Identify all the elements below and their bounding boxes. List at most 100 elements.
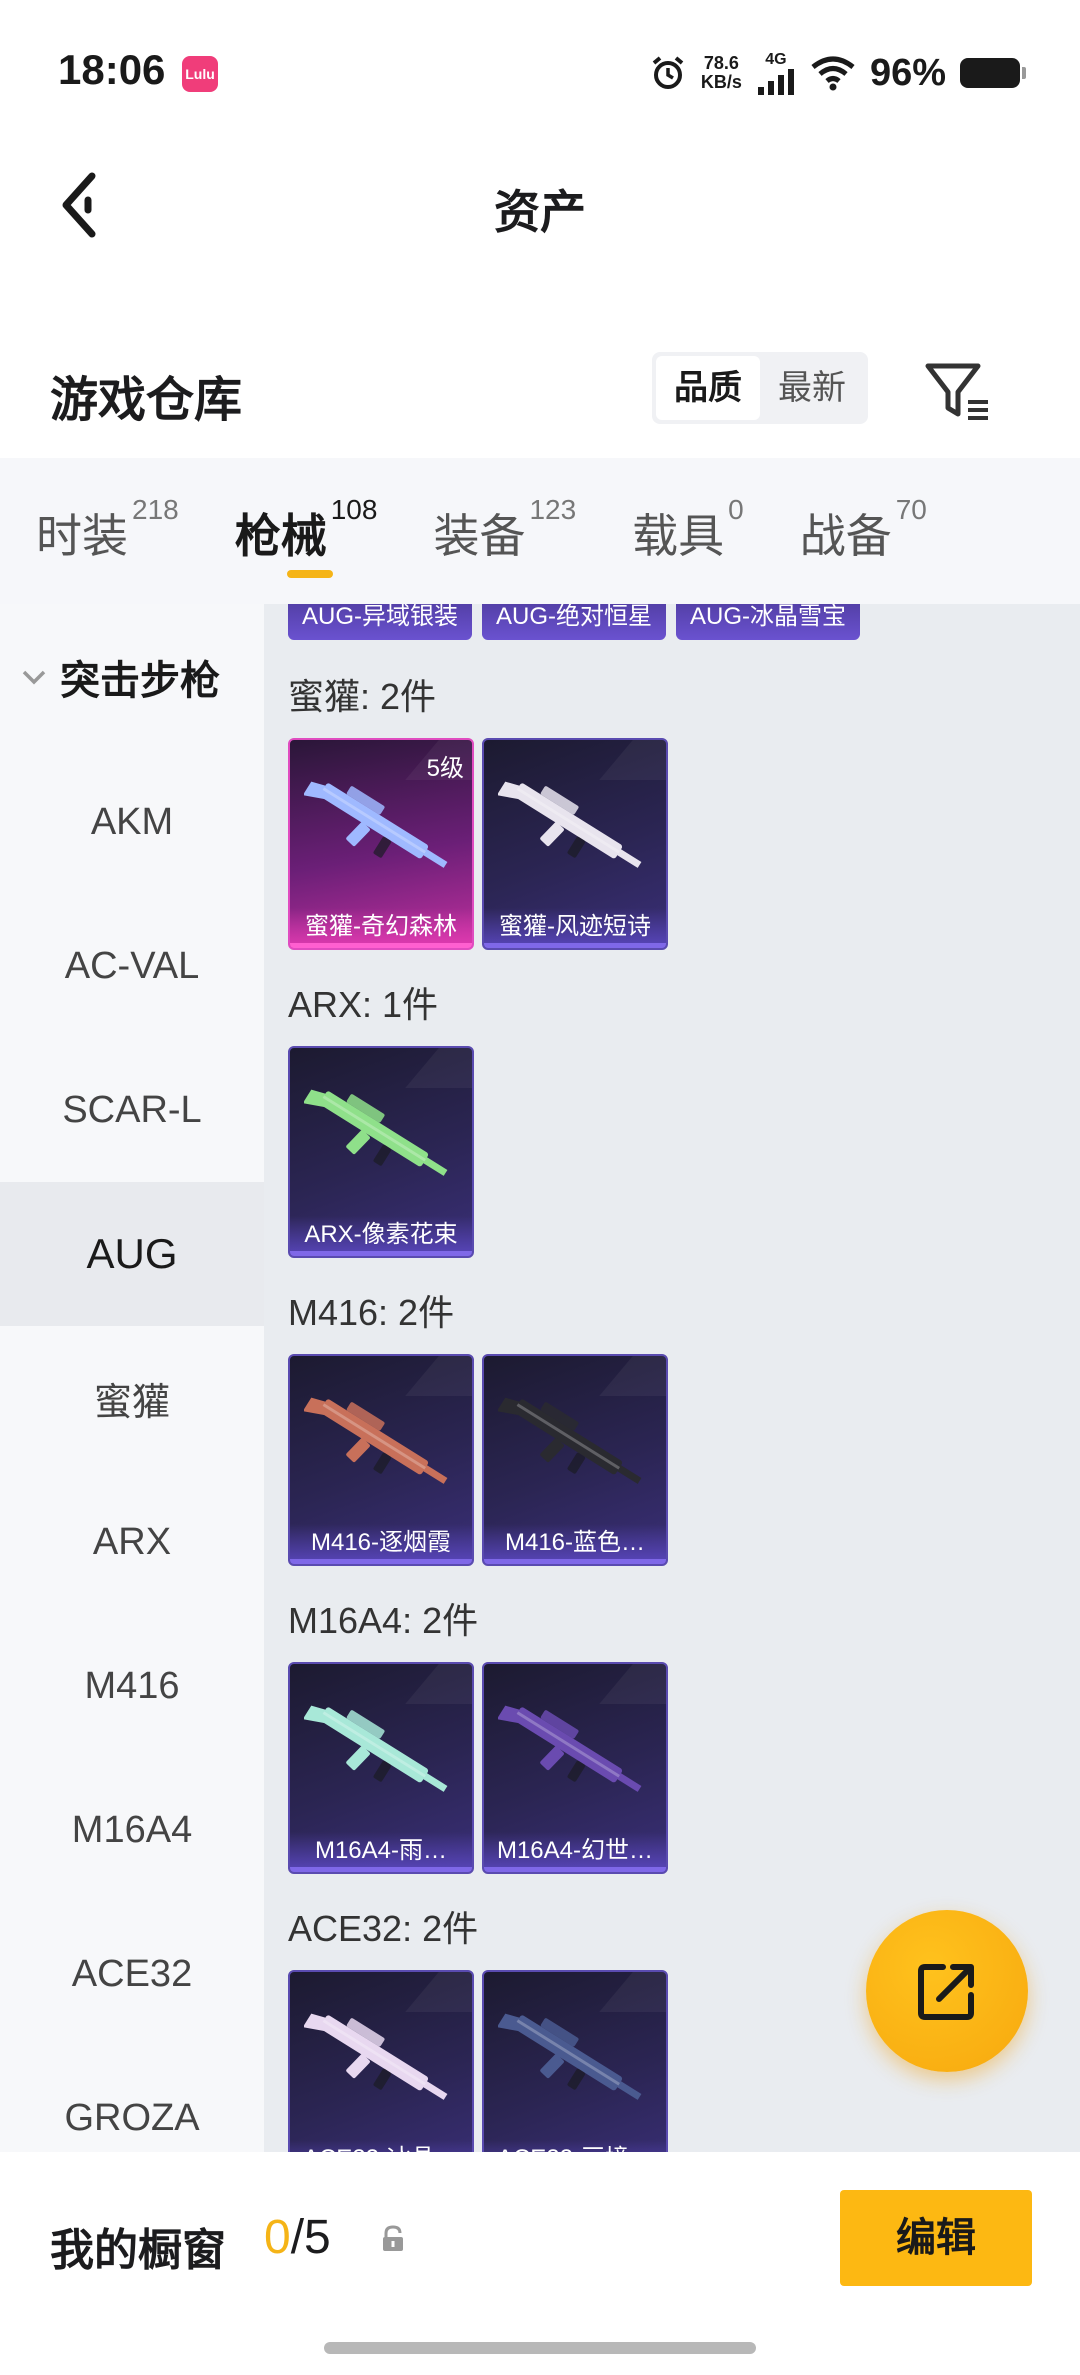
sidebar-item-ace32[interactable]: ACE32 (0, 1902, 264, 2046)
sidebar-item-groza[interactable]: GROZA (0, 2046, 264, 2152)
filter-button[interactable] (918, 352, 994, 428)
warehouse-title: 游戏仓库 (50, 374, 243, 427)
share-fab-button[interactable] (866, 1910, 1028, 2072)
network-speed: 78.6 KB/s (701, 54, 742, 92)
weapon-card[interactable]: ACE32-画境… (482, 1970, 668, 2152)
weapon-card-label: M416-蓝色… (484, 1524, 666, 1564)
weapon-card[interactable]: AUG-异域银装 (288, 604, 472, 640)
filter-icon (925, 363, 988, 420)
weapon-type-sidebar: 突击步枪 AKM AC-VAL SCAR-L AUG 蜜獾 ARX M416 M… (0, 604, 264, 2152)
gun-skin-image (304, 1397, 448, 1484)
section-title-m416: M416: 2件 (288, 1292, 455, 1333)
section-title-arx: ARX: 1件 (288, 984, 439, 1025)
home-indicator[interactable] (324, 2342, 756, 2354)
sidebar-item-honey-badger[interactable]: 蜜獾 (0, 1326, 264, 1470)
sort-quality-option[interactable]: 品质 (656, 356, 760, 420)
alarm-icon (652, 56, 684, 89)
weapon-card[interactable]: M16A4-幻世… (482, 1662, 668, 1874)
cellular-signal: 4G (756, 51, 796, 95)
section-title-honey-badger: 蜜獾: 2件 (288, 676, 437, 717)
showcase-title: 我的橱窗 (50, 2226, 226, 2275)
tab-label: 战备 (799, 510, 892, 562)
gun-skin-image (498, 781, 642, 868)
edit-showcase-button[interactable]: 编辑 (840, 2190, 1032, 2286)
tab-count: 0 (728, 494, 744, 525)
weapon-card[interactable]: M416-逐烟霞 (288, 1354, 474, 1566)
gun-skin-image (498, 1705, 642, 1792)
tab-equipment[interactable]: 装备123 (433, 458, 576, 604)
sidebar-group-assault-rifles[interactable]: 突击步枪 (0, 604, 264, 750)
sidebar-item-m16a4[interactable]: M16A4 (0, 1758, 264, 1902)
network-speed-unit: KB/s (700, 72, 742, 92)
sidebar-item-ac-val[interactable]: AC-VAL (0, 894, 264, 1038)
weapon-card[interactable]: 5级 蜜獾-奇幻森林 (288, 738, 474, 950)
weapon-card-label: 蜜獾-奇幻森林 (290, 908, 472, 948)
gun-skin-image (304, 1705, 448, 1792)
weapon-card[interactable]: ACE32-冰晶… (288, 1970, 474, 2152)
tab-supplies[interactable]: 战备70 (800, 458, 927, 604)
showcase-count: 0/5 (264, 2210, 331, 2265)
showcase-bar: 我的橱窗 0/5 编辑 (0, 2152, 1080, 2375)
level-badge: 5级 (426, 755, 464, 782)
tab-vehicles[interactable]: 载具0 (632, 458, 744, 604)
tab-count: 70 (895, 494, 927, 525)
network-type: 4G (765, 51, 787, 68)
warehouse-header: 游戏仓库 品质 最新 (0, 330, 1080, 450)
weapon-card-label: M16A4-雨… (290, 1832, 472, 1872)
sidebar-item-m416[interactable]: M416 (0, 1614, 264, 1758)
weapon-card[interactable]: 蜜獾-风迹短诗 (482, 738, 668, 950)
gun-skin-image (304, 2013, 448, 2100)
sidebar-item-akm[interactable]: AKM (0, 750, 264, 894)
weapon-card-label: ACE32-冰晶… (290, 2140, 472, 2152)
weapon-card[interactable]: M416-蓝色… (482, 1354, 668, 1566)
tab-label: 时装 (36, 510, 128, 562)
gun-skin-image (498, 2013, 642, 2100)
weapon-card[interactable]: M16A4-雨… (288, 1662, 474, 1874)
gun-skin-image (304, 1089, 448, 1176)
tab-count: 218 (132, 494, 179, 525)
sidebar-group-label: 突击步枪 (60, 659, 220, 703)
tab-label: 载具 (632, 510, 725, 562)
battery-percent: 96% (869, 51, 946, 94)
tab-fashion[interactable]: 时装218 (36, 458, 179, 604)
weapon-card-label: 蜜獾-风迹短诗 (484, 908, 666, 948)
showcase-current-count: 0 (264, 2211, 291, 2264)
weapon-card-label: ACE32-画境… (484, 2140, 666, 2152)
showcase-total-count: /5 (290, 2211, 331, 2264)
wifi-icon (811, 56, 855, 91)
sort-toggle: 品质 最新 (652, 352, 868, 424)
weapon-card-label: ARX-像素花束 (290, 1216, 472, 1256)
section-title-m16a4: M16A4: 2件 (288, 1600, 479, 1641)
sidebar-item-arx[interactable]: ARX (0, 1470, 264, 1614)
tab-label: 枪械 (234, 510, 327, 562)
active-tab-indicator (286, 570, 333, 578)
nav-bar: 资产 (0, 140, 1080, 270)
battery-icon (960, 58, 1026, 88)
gun-skin-image (498, 1397, 642, 1484)
chevron-down-icon (22, 670, 46, 685)
section-title-ace32: ACE32: 2件 (288, 1908, 479, 1949)
network-speed-value: 78.6 (703, 53, 739, 73)
weapon-card[interactable]: AUG-冰晶雪宝 (676, 604, 860, 640)
status-time: 18:06 (58, 46, 166, 93)
weapon-card-label: M416-逐烟霞 (290, 1524, 472, 1564)
tab-count: 108 (330, 494, 378, 525)
lock-icon (383, 2225, 403, 2251)
weapon-card-label: M16A4-幻世… (484, 1832, 666, 1872)
status-indicators: 78.6 KB/s 4G 96% (649, 48, 1026, 98)
page-title: 资产 (494, 186, 586, 238)
weapon-card[interactable]: AUG-绝对恒星 (482, 604, 666, 640)
sort-newest-option[interactable]: 最新 (760, 356, 864, 420)
signal-bars-icon (757, 69, 794, 95)
tab-count: 123 (529, 494, 577, 525)
tab-label: 装备 (433, 510, 526, 562)
category-tabs: 时装218 枪械108 装备123 载具0 战备70 (0, 458, 1080, 604)
tab-weapons[interactable]: 枪械108 (234, 458, 378, 604)
share-export-icon (918, 1964, 974, 2020)
weapon-card[interactable]: ARX-像素花束 (288, 1046, 474, 1258)
aug-skin-row-partial: AUG-异域银装 AUG-绝对恒星 AUG-冰晶雪宝 (288, 604, 860, 640)
sidebar-item-aug[interactable]: AUG (0, 1182, 264, 1326)
app-notification-icon: Lulu (182, 56, 218, 92)
status-bar: 18:06 Lulu 78.6 KB/s 4G 96% (0, 0, 1080, 130)
sidebar-item-scar-l[interactable]: SCAR-L (0, 1038, 264, 1182)
